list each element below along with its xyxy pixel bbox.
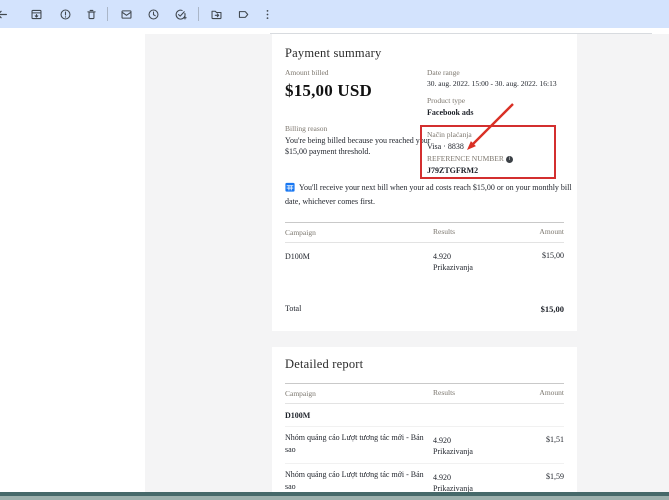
email-toolbar (0, 0, 669, 28)
payment-method-label: Način plaćanja (427, 130, 472, 139)
payment-summary-card: Payment summary Amount billed $15,00 USD… (272, 34, 577, 331)
billing-reason-value: You're being billed because you reached … (285, 135, 431, 157)
payment-summary-title: Payment summary (285, 46, 382, 60)
results-cell: 4.920 Prikazivanja (433, 472, 473, 492)
campaign-cell: D100M (285, 252, 310, 262)
table-row: Nhóm quảng cáo Lượt tương tác mới - Bản … (285, 426, 564, 462)
campaign-cell: Nhóm quảng cáo Lượt tương tác mới - Bản … (285, 469, 424, 491)
labels-icon[interactable] (237, 8, 250, 21)
total-row: Total $15,00 (285, 304, 564, 314)
total-amount: $15,00 (540, 303, 564, 314)
campaign-cell: Nhóm quảng cáo Lượt tương tác mới - Bản … (285, 433, 424, 455)
table-header-row: Campaign Results Amount (285, 383, 564, 405)
toolbar-separator (198, 7, 199, 21)
detailed-report-card: Detailed report Campaign Results Amount … (272, 347, 577, 492)
info-icon[interactable]: i (505, 156, 513, 164)
amount-billed-block: Amount billed $15,00 USD (285, 68, 425, 101)
column-header-results: Results (433, 388, 456, 397)
payment-method-value: Visa · 8838 (427, 141, 464, 151)
calendar-icon (285, 182, 295, 196)
window-bottom-edge-shadow (0, 496, 669, 500)
delete-icon[interactable] (85, 8, 98, 21)
date-range-value: 30. aug. 2022. 15:00 - 30. aug. 2022. 16… (427, 78, 557, 88)
move-to-icon[interactable] (210, 8, 223, 21)
date-range-block: Date range 30. aug. 2022. 15:00 - 30. au… (427, 68, 569, 89)
amount-cell: $15,00 (542, 251, 564, 261)
back-icon[interactable] (0, 8, 8, 21)
toolbar-separator (107, 7, 108, 21)
payment-summary-table: Campaign Results Amount D100M 4.920 Prika… (285, 222, 564, 314)
date-range-label: Date range (427, 68, 460, 77)
table-row: D100M 4.920 Prikazivanja $15,00 (285, 243, 564, 279)
reference-number-label: REFERENCE NUMBER i (427, 154, 552, 165)
mark-as-unread-icon[interactable] (120, 8, 133, 21)
product-type-block: Product type Facebook ads (427, 96, 569, 118)
product-type-value: Facebook ads (427, 107, 474, 117)
detailed-report-title: Detailed report (285, 357, 364, 371)
total-label: Total (285, 303, 302, 313)
reference-number-value: J79ZTGFRM2 (427, 165, 479, 175)
add-to-tasks-icon[interactable] (174, 8, 187, 21)
payment-method-block: Način plaćanja Visa · 8838 REFERENCE NUM… (427, 130, 552, 176)
billing-reason-label: Billing reason (285, 124, 328, 133)
amount-billed-value: $15,00 USD (285, 80, 373, 100)
more-options-icon[interactable] (261, 8, 274, 21)
snooze-icon[interactable] (147, 8, 160, 21)
column-header-amount: Amount (539, 388, 564, 397)
product-type-label: Product type (427, 96, 466, 105)
results-cell: 4.920 Prikazivanja (433, 252, 473, 273)
amount-billed-label: Amount billed (285, 68, 329, 77)
table-row: Nhóm quảng cáo Lượt tương tác mới - Bản … (285, 462, 564, 492)
left-pane (0, 28, 145, 492)
amount-cell: $1,59 (546, 471, 564, 481)
results-cell: 4.920 Prikazivanja (433, 436, 473, 457)
detailed-report-table: Campaign Results Amount D100M Nhóm quảng… (285, 383, 564, 492)
column-header-campaign: Campaign (285, 228, 316, 237)
table-header-row: Campaign Results Amount (285, 222, 564, 244)
column-header-results: Results (433, 227, 456, 236)
billing-reason-block: Billing reason You're being billed becau… (285, 124, 435, 157)
campaign-group-row: D100M (285, 411, 311, 421)
column-header-campaign: Campaign (285, 389, 316, 398)
archive-icon[interactable] (30, 8, 43, 21)
amount-cell: $1,51 (546, 435, 564, 445)
gmail-message-view: Payment summary Amount billed $15,00 USD… (0, 0, 669, 500)
column-header-amount: Amount (539, 227, 564, 236)
report-spam-icon[interactable] (59, 8, 72, 21)
next-bill-note: You'll receive your next bill when your … (285, 182, 572, 206)
